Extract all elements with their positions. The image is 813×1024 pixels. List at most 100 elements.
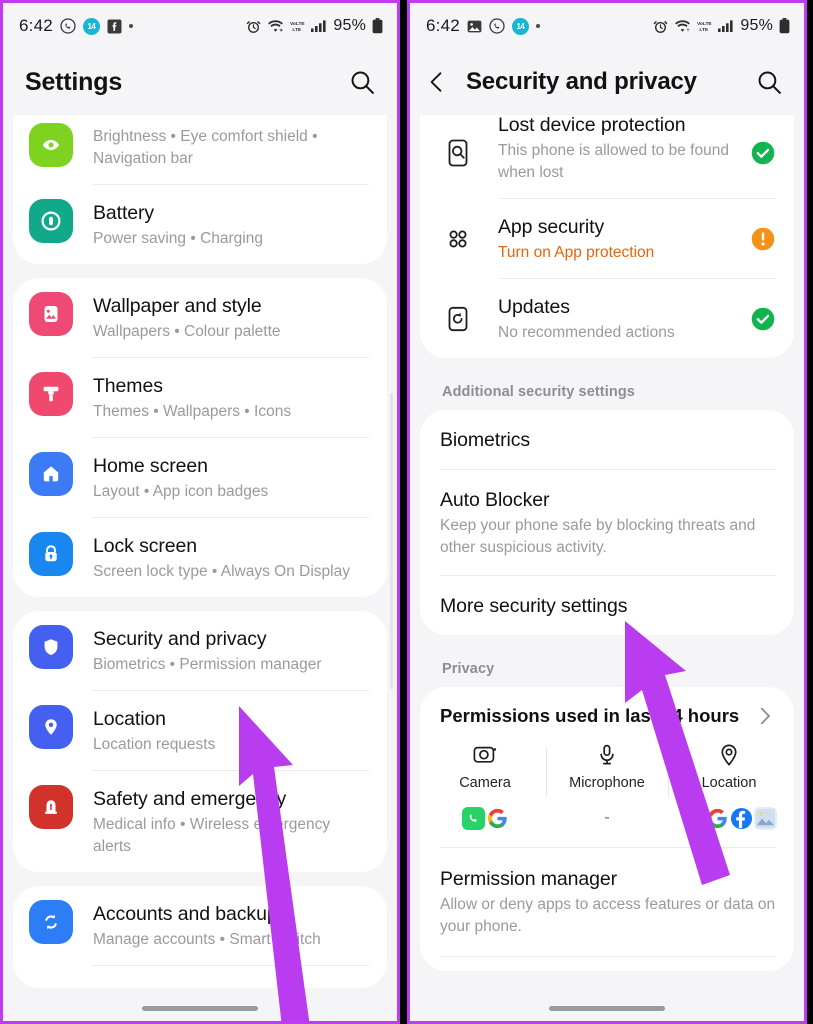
signal-icon (718, 19, 734, 33)
microphone-icon (594, 743, 620, 767)
status-badge-ok-icon (750, 306, 776, 332)
list-item-safety-and-emergency[interactable]: Safety and emergency Medical info • Wire… (13, 771, 387, 872)
list-item[interactable]: Wallpaper and style Wallpapers • Colour … (13, 278, 387, 357)
list-item-title: Security and privacy (93, 628, 267, 650)
badge-14-icon: 14 (511, 17, 529, 35)
permission-label: Camera (459, 775, 511, 791)
whatsapp-icon (489, 18, 505, 34)
status-left-icons: 6:42 14 (19, 16, 133, 36)
location-pin-icon (29, 705, 73, 749)
permission-apps (461, 805, 509, 831)
list-item-text: Lost device protection This phone is all… (498, 115, 740, 184)
permissions-used-header[interactable]: Permissions used in last 24 hours (420, 687, 794, 737)
settings-group: Wallpaper and style Wallpapers • Colour … (13, 278, 387, 597)
list-item-security-and-privacy[interactable]: Security and privacy Biometrics • Permis… (13, 611, 387, 690)
emergency-icon (29, 785, 73, 829)
list-item[interactable]: Themes Themes • Wallpapers • Icons (13, 358, 387, 437)
volte-icon: VoLTE LTE (290, 19, 305, 33)
permissions-grid: Camera Microphone - Location (420, 737, 794, 847)
list-item[interactable]: Lock screen Screen lock type • Always On… (13, 518, 387, 597)
list-item-subtitle: Manage accounts • Smart Switch (93, 931, 321, 948)
list-item-title: App security (498, 216, 605, 238)
list-item-subtitle: Layout • App icon badges (93, 483, 269, 500)
list-item-text: Lock screen Screen lock type • Always On… (93, 532, 369, 583)
list-item-auto-blocker[interactable]: Auto Blocker Keep your phone safe by blo… (420, 470, 794, 575)
permission-label: Microphone (569, 775, 645, 791)
list-item-text: App security Turn on App protection (498, 213, 740, 264)
search-icon[interactable] (345, 65, 379, 99)
battery-icon (779, 18, 790, 34)
list-item-location[interactable]: Location Location requests (13, 691, 387, 770)
list-item-title: Permission manager (440, 868, 618, 890)
svg-text:VoLTE: VoLTE (290, 21, 305, 27)
security-status-card: Lost device protection This phone is all… (420, 115, 794, 358)
right-status-bar: 6:42 14 + VoLTE LTE 95% (410, 3, 804, 49)
list-item-title: More security settings (440, 595, 628, 617)
list-item-accounts-and-backup[interactable]: Accounts and backup Manage accounts • Sm… (13, 886, 387, 965)
list-item-title: Wallpaper and style (93, 295, 262, 317)
permission-column-location[interactable]: Location (668, 743, 790, 831)
list-item-permission-manager[interactable]: Permission manager Allow or deny apps to… (420, 848, 794, 956)
list-item-text: Updates No recommended actions (498, 293, 740, 344)
list-item-title: Updates (498, 296, 570, 318)
svg-text:+: + (280, 28, 284, 33)
list-item[interactable]: Home screen Layout • App icon badges (13, 438, 387, 517)
list-item-app-security[interactable]: App security Turn on App protection (420, 199, 794, 278)
svg-text:LTE: LTE (700, 27, 710, 33)
card-bottom-spacer (420, 957, 794, 971)
alarm-icon (246, 19, 261, 34)
list-item-title: Lost device protection (498, 115, 686, 136)
wallpaper-icon (29, 292, 73, 336)
list-item-title: Safety and emergency (93, 788, 287, 810)
left-status-bar: 6:42 14 + VoLTE LTE 95% (3, 3, 397, 49)
permission-apps (682, 805, 777, 831)
scrollbar-thumb[interactable] (390, 393, 393, 689)
left-settings-list[interactable]: Brightness • Eye comfort shield • Naviga… (3, 115, 397, 1021)
permission-column-camera[interactable]: Camera (424, 743, 546, 831)
list-item[interactable]: Battery Power saving • Charging (13, 185, 387, 264)
photos-app-icon (753, 806, 777, 830)
svg-text:+: + (687, 28, 691, 33)
signal-icon (311, 19, 327, 33)
dot-icon (128, 24, 133, 28)
themes-icon (29, 372, 73, 416)
volte-icon: VoLTE LTE (697, 19, 712, 33)
back-arrow-icon[interactable] (424, 69, 450, 95)
list-item-more-security-settings[interactable]: More security settings (420, 576, 794, 635)
facebook-icon (107, 19, 122, 34)
svg-text:VoLTE: VoLTE (697, 21, 712, 27)
right-settings-list[interactable]: Lost device protection This phone is all… (410, 115, 804, 1021)
list-item-text: Brightness • Eye comfort shield • Naviga… (93, 123, 369, 170)
wifi-icon: + (674, 19, 691, 33)
list-item-text: Permission manager Allow or deny apps to… (440, 865, 776, 938)
list-item-subtitle: Power saving • Charging (93, 230, 263, 247)
list-item-updates[interactable]: Updates No recommended actions (420, 279, 794, 358)
permissions-used-title: Permissions used in last 24 hours (440, 705, 740, 726)
list-item-biometrics[interactable]: Biometrics (420, 410, 794, 469)
list-item-lost-device-protection[interactable]: Lost device protection This phone is all… (420, 115, 794, 198)
list-item[interactable]: Brightness • Eye comfort shield • Naviga… (13, 115, 387, 184)
home-gesture-pill[interactable] (142, 1005, 258, 1011)
list-item-subtitle: Brightness • Eye comfort shield • Naviga… (93, 128, 318, 167)
shield-icon (29, 625, 73, 669)
status-right-icons: + VoLTE LTE 95% (653, 17, 790, 35)
home-gesture-pill[interactable] (549, 1005, 665, 1011)
list-item[interactable] (13, 966, 387, 988)
search-icon[interactable] (752, 65, 786, 99)
list-item-text: Wallpaper and style Wallpapers • Colour … (93, 292, 369, 343)
settings-group: Security and privacy Biometrics • Permis… (13, 611, 387, 872)
permission-column-microphone[interactable]: Microphone - (546, 743, 668, 831)
update-icon (436, 297, 480, 341)
google-app-icon (487, 808, 507, 828)
section-header-privacy: Privacy (442, 661, 495, 677)
wifi-icon: + (267, 19, 284, 33)
list-item-subtitle: Medical info • Wireless emergency alerts (93, 816, 331, 855)
battery-settings-icon (29, 199, 73, 243)
chevron-right-icon[interactable] (754, 705, 776, 727)
list-item-title: Location (93, 708, 166, 730)
facebook-app-icon (730, 807, 752, 829)
list-item-text: Security and privacy Biometrics • Permis… (93, 625, 369, 676)
list-item-text: Home screen Layout • App icon badges (93, 452, 369, 503)
list-item-subtitle: Wallpapers • Colour palette (93, 323, 281, 340)
list-item-subtitle: Keep your phone safe by blocking threats… (440, 517, 756, 556)
